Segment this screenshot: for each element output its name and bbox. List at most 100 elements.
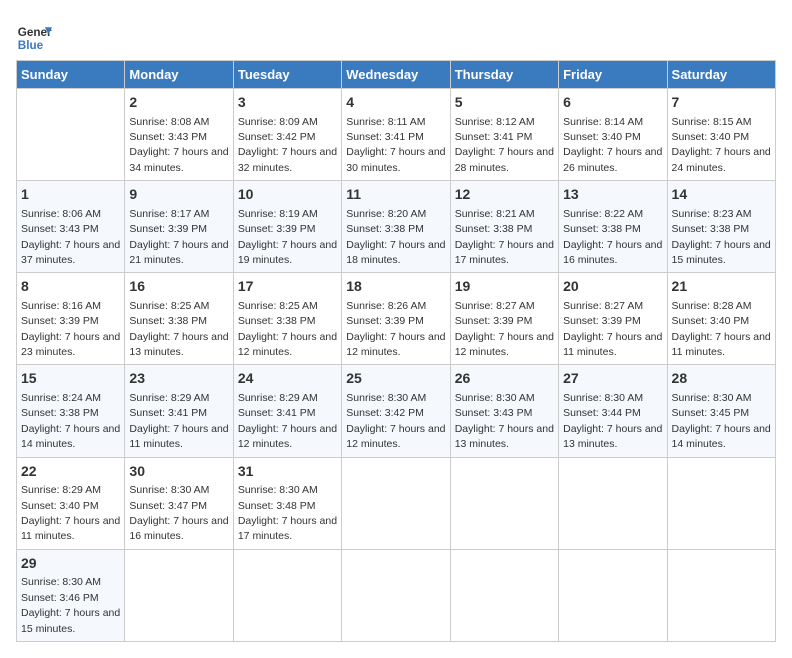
day-number: 5 <box>455 93 554 113</box>
day-number: 4 <box>346 93 445 113</box>
day-cell: 1 Sunrise: 8:06 AM Sunset: 3:43 PM Daylig… <box>17 181 125 273</box>
day-number: 9 <box>129 185 228 205</box>
day-info: Sunrise: 8:22 AM Sunset: 3:38 PM Dayligh… <box>563 208 662 266</box>
day-cell: 6 Sunrise: 8:14 AM Sunset: 3:40 PM Daylig… <box>559 89 667 181</box>
day-cell: 11 Sunrise: 8:20 AM Sunset: 3:38 PM Dayli… <box>342 181 450 273</box>
day-info: Sunrise: 8:17 AM Sunset: 3:39 PM Dayligh… <box>129 208 228 266</box>
day-info: Sunrise: 8:24 AM Sunset: 3:38 PM Dayligh… <box>21 392 120 450</box>
day-cell: 9 Sunrise: 8:17 AM Sunset: 3:39 PM Daylig… <box>125 181 233 273</box>
day-cell: 30Sunrise: 8:30 AM Sunset: 3:47 PM Dayli… <box>125 457 233 549</box>
day-number: 14 <box>672 185 771 205</box>
col-header-wednesday: Wednesday <box>342 61 450 89</box>
day-number: 11 <box>346 185 445 205</box>
day-number: 28 <box>672 369 771 389</box>
day-number: 10 <box>238 185 337 205</box>
day-info: Sunrise: 8:29 AM Sunset: 3:41 PM Dayligh… <box>238 392 337 450</box>
day-info: Sunrise: 8:30 AM Sunset: 3:47 PM Dayligh… <box>129 484 228 542</box>
day-number: 24 <box>238 369 337 389</box>
col-header-friday: Friday <box>559 61 667 89</box>
day-info: Sunrise: 8:11 AM Sunset: 3:41 PM Dayligh… <box>346 116 445 174</box>
day-number: 25 <box>346 369 445 389</box>
day-info: Sunrise: 8:25 AM Sunset: 3:38 PM Dayligh… <box>238 300 337 358</box>
day-info: Sunrise: 8:23 AM Sunset: 3:38 PM Dayligh… <box>672 208 771 266</box>
day-cell <box>559 457 667 549</box>
day-info: Sunrise: 8:28 AM Sunset: 3:40 PM Dayligh… <box>672 300 771 358</box>
day-number: 22 <box>21 462 120 482</box>
day-cell: 10 Sunrise: 8:19 AM Sunset: 3:39 PM Dayli… <box>233 181 341 273</box>
day-number: 1 <box>21 185 120 205</box>
header: General Blue <box>16 16 776 56</box>
day-cell <box>342 457 450 549</box>
day-cell <box>667 457 775 549</box>
day-cell <box>342 549 450 641</box>
day-info: Sunrise: 8:27 AM Sunset: 3:39 PM Dayligh… <box>563 300 662 358</box>
day-cell <box>559 549 667 641</box>
day-cell: 25 Sunrise: 8:30 AM Sunset: 3:42 PM Dayli… <box>342 365 450 457</box>
day-cell: 17 Sunrise: 8:25 AM Sunset: 3:38 PM Dayli… <box>233 273 341 365</box>
day-number: 16 <box>129 277 228 297</box>
day-number: 29 <box>21 554 120 574</box>
day-cell <box>667 549 775 641</box>
day-number: 17 <box>238 277 337 297</box>
day-number: 19 <box>455 277 554 297</box>
day-cell: 13Sunrise: 8:22 AM Sunset: 3:38 PM Dayli… <box>559 181 667 273</box>
day-cell: 20Sunrise: 8:27 AM Sunset: 3:39 PM Dayli… <box>559 273 667 365</box>
day-info: Sunrise: 8:29 AM Sunset: 3:41 PM Dayligh… <box>129 392 228 450</box>
day-info: Sunrise: 8:21 AM Sunset: 3:38 PM Dayligh… <box>455 208 554 266</box>
day-cell: 12 Sunrise: 8:21 AM Sunset: 3:38 PM Dayli… <box>450 181 558 273</box>
day-info: Sunrise: 8:14 AM Sunset: 3:40 PM Dayligh… <box>563 116 662 174</box>
day-cell: 24 Sunrise: 8:29 AM Sunset: 3:41 PM Dayli… <box>233 365 341 457</box>
day-cell <box>233 549 341 641</box>
col-header-tuesday: Tuesday <box>233 61 341 89</box>
day-info: Sunrise: 8:30 AM Sunset: 3:45 PM Dayligh… <box>672 392 771 450</box>
week-row-5: 29Sunrise: 8:30 AM Sunset: 3:46 PM Dayli… <box>17 549 776 641</box>
day-number: 12 <box>455 185 554 205</box>
day-info: Sunrise: 8:27 AM Sunset: 3:39 PM Dayligh… <box>455 300 554 358</box>
day-cell <box>450 457 558 549</box>
day-number: 31 <box>238 462 337 482</box>
day-cell <box>125 549 233 641</box>
day-cell: 15Sunrise: 8:24 AM Sunset: 3:38 PM Dayli… <box>17 365 125 457</box>
svg-text:Blue: Blue <box>18 39 44 52</box>
day-cell: 31Sunrise: 8:30 AM Sunset: 3:48 PM Dayli… <box>233 457 341 549</box>
day-cell: 7 Sunrise: 8:15 AM Sunset: 3:40 PM Daylig… <box>667 89 775 181</box>
week-row-4: 22Sunrise: 8:29 AM Sunset: 3:40 PM Dayli… <box>17 457 776 549</box>
day-number: 8 <box>21 277 120 297</box>
day-cell: 28 Sunrise: 8:30 AM Sunset: 3:45 PM Dayli… <box>667 365 775 457</box>
day-number: 21 <box>672 277 771 297</box>
day-cell: 27Sunrise: 8:30 AM Sunset: 3:44 PM Dayli… <box>559 365 667 457</box>
day-cell: 29Sunrise: 8:30 AM Sunset: 3:46 PM Dayli… <box>17 549 125 641</box>
day-cell: 3Sunrise: 8:09 AM Sunset: 3:42 PM Daylig… <box>233 89 341 181</box>
day-cell: 23 Sunrise: 8:29 AM Sunset: 3:41 PM Dayli… <box>125 365 233 457</box>
day-number: 6 <box>563 93 662 113</box>
day-info: Sunrise: 8:06 AM Sunset: 3:43 PM Dayligh… <box>21 208 120 266</box>
day-info: Sunrise: 8:19 AM Sunset: 3:39 PM Dayligh… <box>238 208 337 266</box>
day-info: Sunrise: 8:20 AM Sunset: 3:38 PM Dayligh… <box>346 208 445 266</box>
day-info: Sunrise: 8:29 AM Sunset: 3:40 PM Dayligh… <box>21 484 120 542</box>
day-info: Sunrise: 8:08 AM Sunset: 3:43 PM Dayligh… <box>129 116 228 174</box>
col-header-saturday: Saturday <box>667 61 775 89</box>
calendar-table: SundayMondayTuesdayWednesdayThursdayFrid… <box>16 60 776 642</box>
day-info: Sunrise: 8:09 AM Sunset: 3:42 PM Dayligh… <box>238 116 337 174</box>
day-cell: 18 Sunrise: 8:26 AM Sunset: 3:39 PM Dayli… <box>342 273 450 365</box>
day-number: 2 <box>129 93 228 113</box>
logo: General Blue <box>16 20 56 56</box>
day-cell: 4 Sunrise: 8:11 AM Sunset: 3:41 PM Daylig… <box>342 89 450 181</box>
day-cell: 21 Sunrise: 8:28 AM Sunset: 3:40 PM Dayli… <box>667 273 775 365</box>
day-info: Sunrise: 8:15 AM Sunset: 3:40 PM Dayligh… <box>672 116 771 174</box>
week-row-0: 2 Sunrise: 8:08 AM Sunset: 3:43 PM Daylig… <box>17 89 776 181</box>
col-header-monday: Monday <box>125 61 233 89</box>
day-number: 26 <box>455 369 554 389</box>
day-info: Sunrise: 8:30 AM Sunset: 3:46 PM Dayligh… <box>21 576 120 634</box>
day-number: 18 <box>346 277 445 297</box>
day-number: 23 <box>129 369 228 389</box>
day-info: Sunrise: 8:30 AM Sunset: 3:42 PM Dayligh… <box>346 392 445 450</box>
day-cell <box>17 89 125 181</box>
day-cell: 16Sunrise: 8:25 AM Sunset: 3:38 PM Dayli… <box>125 273 233 365</box>
day-number: 7 <box>672 93 771 113</box>
day-info: Sunrise: 8:26 AM Sunset: 3:39 PM Dayligh… <box>346 300 445 358</box>
day-cell: 22Sunrise: 8:29 AM Sunset: 3:40 PM Dayli… <box>17 457 125 549</box>
day-number: 30 <box>129 462 228 482</box>
day-info: Sunrise: 8:12 AM Sunset: 3:41 PM Dayligh… <box>455 116 554 174</box>
day-info: Sunrise: 8:30 AM Sunset: 3:43 PM Dayligh… <box>455 392 554 450</box>
